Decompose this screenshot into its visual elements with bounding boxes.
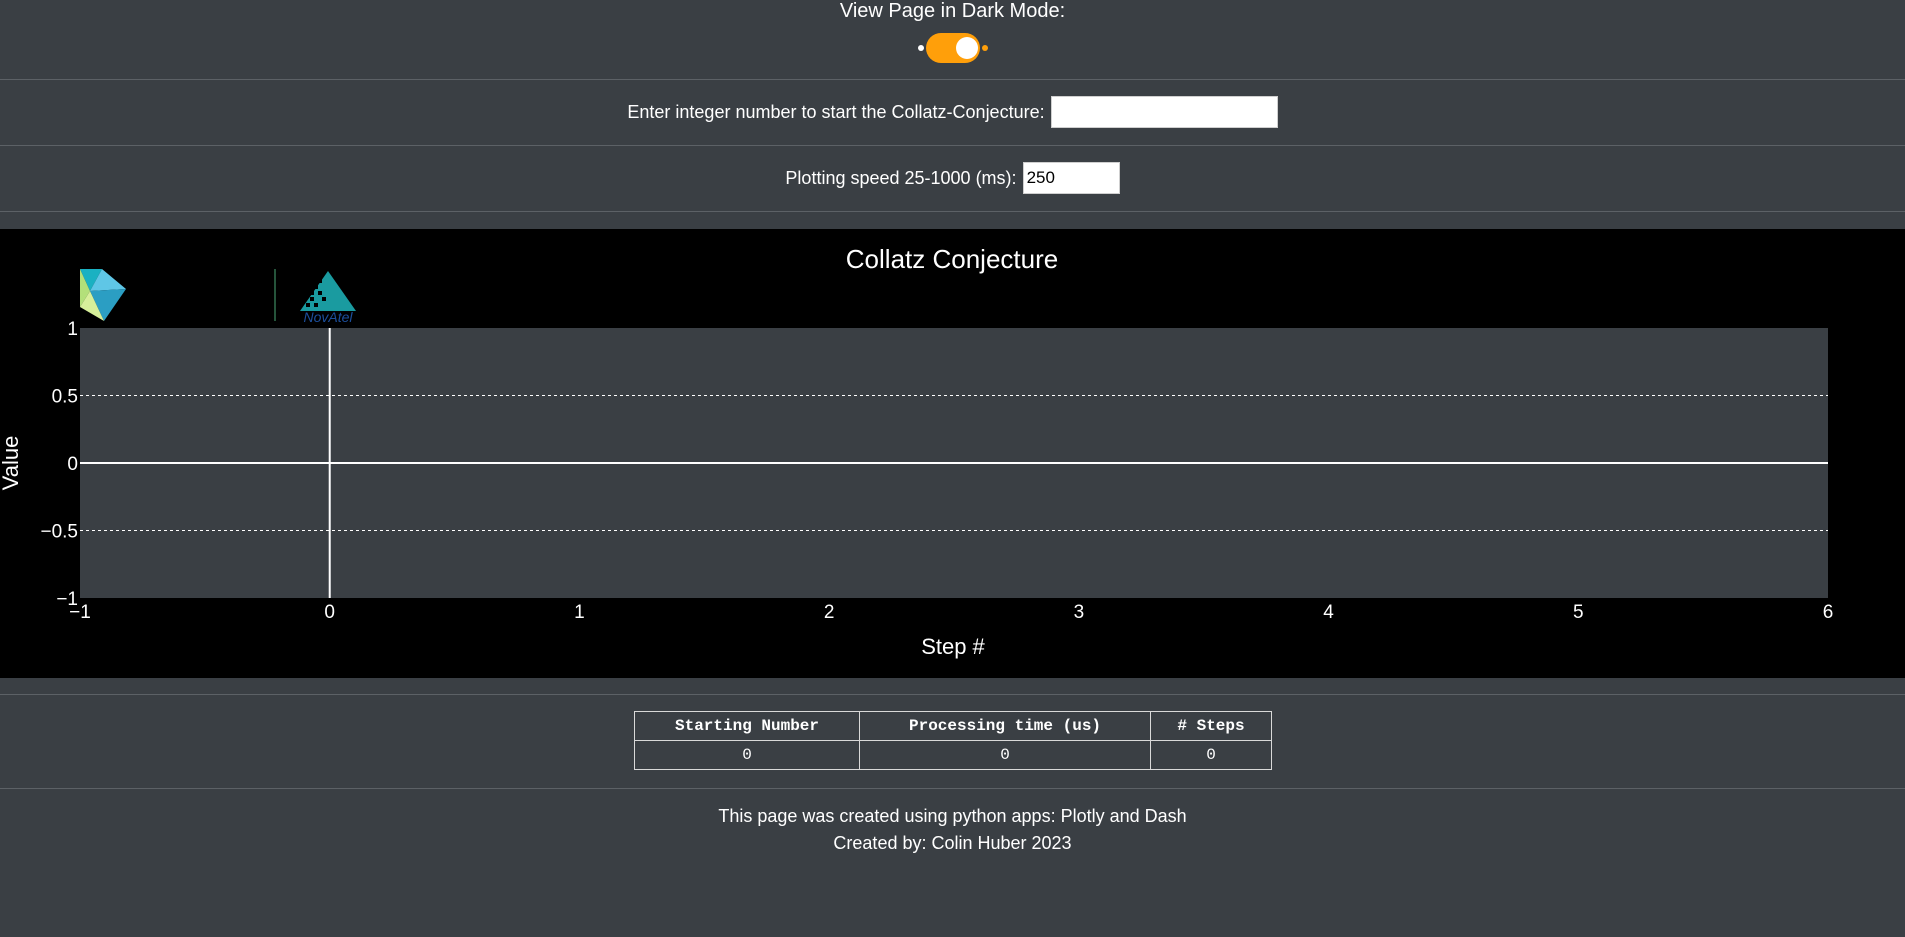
chart-title: Collatz Conjecture [846,244,1058,274]
collatz-chart[interactable]: NovAtel Collatz Conjecture −1 0 1 2 3 4 5 6 −1 −… [0,229,1905,678]
footer-line-1: This page was created using python apps:… [718,806,1187,826]
divider [0,79,1905,80]
cell-steps: 0 [1150,740,1272,770]
y-tick-label: −1 [56,589,78,610]
speed-row: Plotting speed 25-1000 (ms): [0,162,1905,194]
toggle-off-indicator [918,45,924,51]
y-tick-label: 0 [67,454,78,475]
start-number-label: Enter integer number to start the Collat… [627,101,1045,122]
divider [0,145,1905,146]
x-tick-label: 6 [1823,602,1834,623]
cell-processing-time: 0 [859,740,1151,770]
speed-input[interactable] [1022,162,1120,194]
table-row: 0 0 0 [634,740,1272,770]
toggle-on-indicator [982,45,988,51]
y-tick-label: −0.5 [40,522,78,543]
y-tick-labels: −1 −0.5 0 0.5 1 [40,319,78,610]
divider [0,211,1905,212]
x-tick-label: 2 [824,602,835,623]
x-tick-label: 3 [1074,602,1085,623]
header-steps: # Steps [1150,711,1272,741]
start-number-input[interactable] [1050,96,1278,128]
x-tick-label: 1 [574,602,585,623]
y-tick-label: 1 [67,319,78,340]
hexagon-logo-icon [80,269,126,321]
x-axis-label: Step # [921,634,985,659]
dark-mode-label: View Page in Dark Mode: [839,0,1066,22]
novatel-logo-icon: NovAtel [300,271,356,325]
x-tick-label: 0 [324,602,335,623]
dark-mode-toggle[interactable] [916,33,988,63]
speed-label: Plotting speed 25-1000 (ms): [785,167,1017,188]
x-tick-label: 4 [1323,602,1334,623]
divider [0,788,1905,789]
y-tick-label: 0.5 [52,387,78,408]
start-number-row: Enter integer number to start the Collat… [0,96,1905,128]
header-starting-number: Starting Number [634,711,860,741]
y-axis-label: Value [0,436,23,491]
novatel-logo-text: NovAtel [303,309,353,325]
divider [0,694,1905,695]
cell-starting-number: 0 [634,740,860,770]
chart-svg: NovAtel Collatz Conjecture −1 0 1 2 3 4 5 6 −1 −… [0,244,1833,659]
x-tick-label: 5 [1573,602,1584,623]
x-tick-labels: −1 0 1 2 3 4 5 6 [69,602,1833,623]
header-processing-time: Processing time (us) [859,711,1151,741]
toggle-knob[interactable] [956,37,978,59]
footer-line-2: Created by: Colin Huber 2023 [833,833,1072,853]
results-table: Starting Number Processing time (us) # S… [634,711,1272,770]
